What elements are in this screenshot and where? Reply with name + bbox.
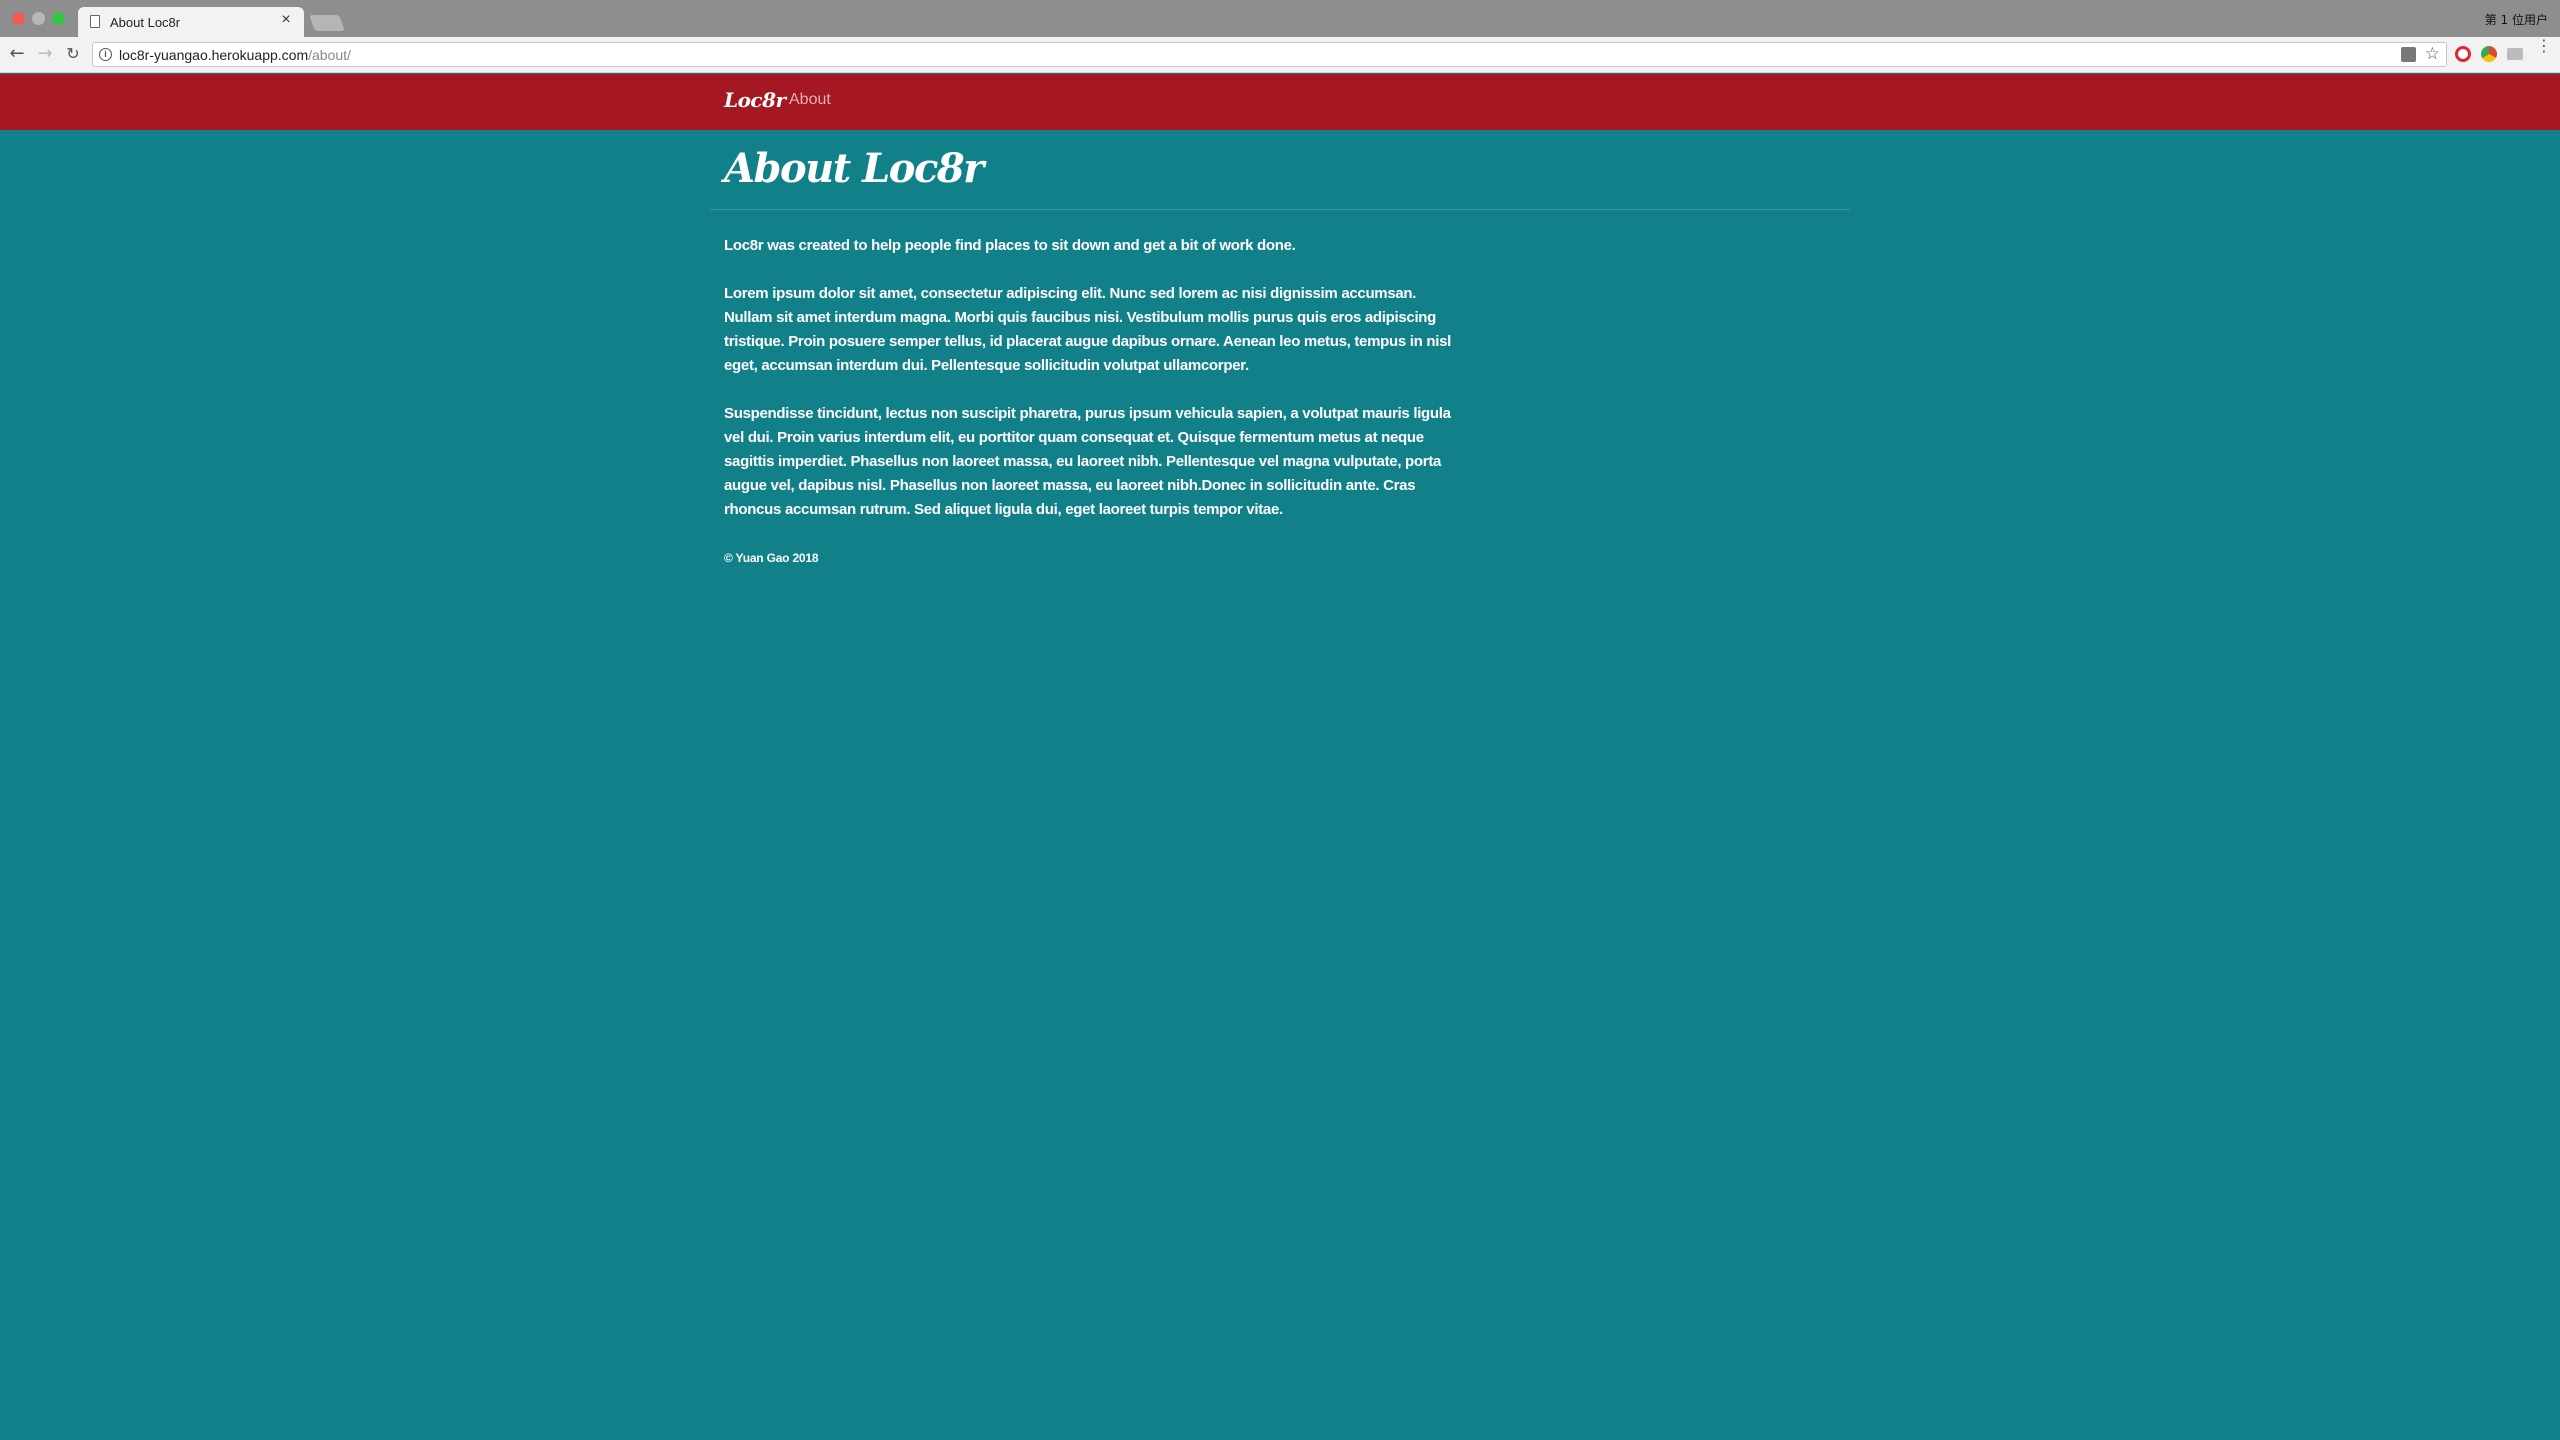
browser-tab-active[interactable]: About Loc8r × xyxy=(78,7,304,37)
browser-titlebar: About Loc8r × 第 1 位用户 xyxy=(0,0,2560,37)
page-icon xyxy=(90,15,100,28)
chrome-extension-icon[interactable] xyxy=(2481,46,2497,62)
url-host: loc8r-yuangao.herokuapp.com xyxy=(119,47,309,63)
about-text: Loc8r was created to help people find pl… xyxy=(724,234,1454,594)
body-paragraph: Lorem ipsum dolor sit amet, consectetur … xyxy=(724,285,1451,374)
minimize-window-button[interactable] xyxy=(32,12,45,25)
back-icon[interactable]: ← xyxy=(6,43,28,65)
footer-copyright: © Yuan Gao 2018 xyxy=(724,551,819,565)
intro-paragraph: Loc8r was created to help people find pl… xyxy=(724,237,1296,254)
title-divider xyxy=(710,209,1850,210)
site-info-icon[interactable]: i xyxy=(99,48,112,61)
nav-link-about[interactable]: About xyxy=(789,91,831,109)
reload-icon[interactable]: ↻ xyxy=(62,43,84,65)
profile-label[interactable]: 第 1 位用户 xyxy=(2485,11,2548,28)
page-title: About Loc8r xyxy=(724,145,984,192)
url-text[interactable]: loc8r-yuangao.herokuapp.com/about/ xyxy=(119,47,351,63)
translate-icon[interactable] xyxy=(2401,47,2416,62)
browser-menu-icon[interactable]: ⋮ xyxy=(2536,38,2552,54)
url-path: /about/ xyxy=(308,47,351,63)
main-content: About Loc8r Loc8r was created to help pe… xyxy=(710,130,1850,565)
tab-close-icon[interactable]: × xyxy=(278,11,294,28)
forward-icon[interactable]: → xyxy=(34,43,56,65)
body-paragraph: Suspendisse tincidunt, lectus non suscip… xyxy=(724,405,1451,518)
new-tab-button[interactable] xyxy=(309,15,345,31)
address-bar[interactable]: i loc8r-yuangao.herokuapp.com/about/ ☆ xyxy=(92,42,2447,67)
browser-toolbar: ← → ↻ i loc8r-yuangao.herokuapp.com/abou… xyxy=(0,37,2560,73)
maximize-window-button[interactable] xyxy=(52,12,65,25)
bookmark-star-icon[interactable]: ☆ xyxy=(2425,44,2440,64)
opera-extension-icon[interactable] xyxy=(2455,46,2471,62)
close-window-button[interactable] xyxy=(12,12,25,25)
brand-logo-link[interactable]: Loc8r xyxy=(724,88,786,112)
tab-title: About Loc8r xyxy=(110,15,181,30)
cast-icon[interactable] xyxy=(2507,48,2523,60)
site-navbar: Loc8r About xyxy=(0,74,2560,130)
